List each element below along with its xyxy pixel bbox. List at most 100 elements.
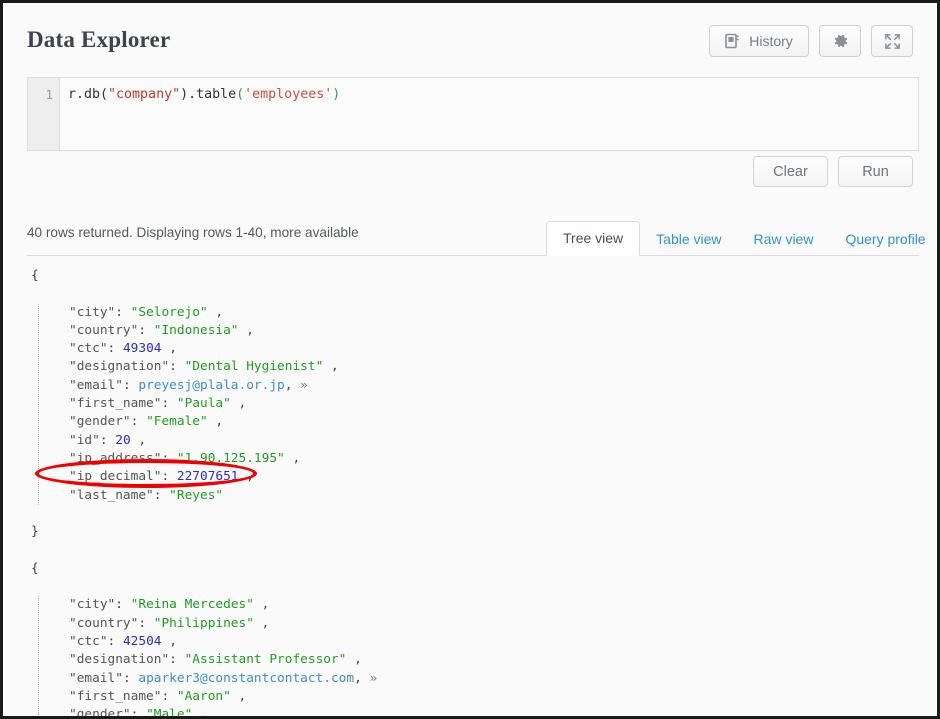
json-value: "Paula" xyxy=(176,396,231,412)
json-comma: , xyxy=(284,377,301,393)
json-comma: , xyxy=(238,469,254,485)
screenshot-frame: Data Explorer History 1 r.db("company").… xyxy=(0,0,940,719)
json-field-row: "last_name": "Reyes" xyxy=(51,487,927,505)
json-field-row: "ctc": 42504 , xyxy=(51,633,927,651)
json-value: "Philippines" xyxy=(153,615,254,631)
json-comma: , xyxy=(253,597,270,613)
json-key: "city" xyxy=(69,304,116,320)
json-colon: : xyxy=(161,688,177,704)
json-value: 20 xyxy=(115,432,131,448)
json-colon: : xyxy=(161,450,177,466)
json-colon: : xyxy=(161,469,177,485)
code-token: r.db( xyxy=(68,87,109,102)
json-key: "email" xyxy=(69,377,123,393)
json-key: "gender" xyxy=(69,414,131,430)
json-key: "designation" xyxy=(69,652,170,668)
json-colon: : xyxy=(169,652,185,668)
json-key: "ctc" xyxy=(69,633,108,649)
divider xyxy=(27,255,548,256)
code-token: ) xyxy=(332,87,341,102)
json-field-row: "first_name": "Aaron" , xyxy=(51,688,927,706)
json-value: "Assistant Professor" xyxy=(184,652,347,668)
clear-button[interactable]: Clear xyxy=(753,156,828,187)
result-view-tabs: Tree view Table view Raw view Query prof… xyxy=(546,215,937,256)
history-button-label: History xyxy=(749,33,793,49)
json-comma: , xyxy=(230,688,247,704)
json-value[interactable]: preyesj@plala.or.jp xyxy=(138,378,284,393)
header-button-group: History xyxy=(709,25,913,57)
json-field-row: "email": preyesj@plala.or.jp, » xyxy=(51,377,927,395)
json-field-row: "email": aparker3@constantcontact.com, » xyxy=(51,670,927,688)
json-colon: : xyxy=(122,670,139,686)
run-button[interactable]: Run xyxy=(838,156,913,187)
json-field-row: "gender": "Male" , xyxy=(51,706,927,716)
json-comma: , xyxy=(323,359,339,375)
tab-tree-view[interactable]: Tree view xyxy=(546,221,641,256)
json-field-row: "ip_decimal": 22707651 , xyxy=(51,468,927,486)
gear-icon xyxy=(831,32,849,50)
json-colon: : xyxy=(130,707,147,716)
json-field-row: "designation": "Assistant Professor" , xyxy=(51,651,927,669)
json-key: "id" xyxy=(69,432,100,448)
json-value[interactable]: aparker3@constantcontact.com xyxy=(138,671,354,686)
json-colon: : xyxy=(122,377,139,393)
json-field-row: "gender": "Female" , xyxy=(51,413,927,431)
json-comma: , xyxy=(130,432,147,448)
json-colon: : xyxy=(161,396,177,412)
query-code-line[interactable]: r.db("company").table('employees') xyxy=(60,78,918,150)
json-value: "Female" xyxy=(146,414,208,430)
json-comma: , xyxy=(238,322,254,338)
json-comma: , xyxy=(192,707,208,716)
json-value: 22707651 xyxy=(176,469,239,485)
json-field-row: "first_name": "Paula" , xyxy=(51,395,927,413)
json-value: "Selorejo" xyxy=(130,304,208,320)
json-comma: , xyxy=(161,633,177,649)
tab-raw-view[interactable]: Raw view xyxy=(738,222,830,256)
json-field-row: "designation": "Dental Hygienist" , xyxy=(51,358,927,376)
json-comma: , xyxy=(161,341,177,357)
json-colon: : xyxy=(115,304,131,320)
code-token: 'employees' xyxy=(244,87,333,102)
json-comma: , xyxy=(354,670,370,686)
tab-query-profile[interactable]: Query profile xyxy=(829,222,937,256)
json-document: "city": "Selorejo" , "country": "Indonesi… xyxy=(38,303,927,505)
json-field-row: "city": "Reina Mercedes" , xyxy=(51,596,927,614)
json-brace-open: { xyxy=(31,268,39,283)
json-colon: : xyxy=(130,414,147,430)
fullscreen-button[interactable] xyxy=(871,25,913,57)
editor-actions: Clear Run xyxy=(753,156,913,187)
json-key: "last_name" xyxy=(69,487,154,503)
json-comma: , xyxy=(284,450,301,466)
json-key: "ip_address" xyxy=(69,450,162,466)
json-key: "designation" xyxy=(69,359,170,375)
json-colon: : xyxy=(107,341,123,357)
expand-icon xyxy=(884,33,901,50)
expand-chevron-icon[interactable]: » xyxy=(300,378,308,393)
json-colon: : xyxy=(115,597,131,613)
json-field-row: "ctc": 49304 , xyxy=(51,340,927,358)
history-button[interactable]: History xyxy=(709,25,809,57)
result-status-text: 40 rows returned. Displaying rows 1-40, … xyxy=(27,225,359,240)
json-key: "email" xyxy=(69,670,123,686)
json-comma: , xyxy=(230,396,247,412)
json-value: "Aaron" xyxy=(176,688,231,704)
code-token: ( xyxy=(236,87,245,102)
json-key: "gender" xyxy=(69,707,131,716)
json-key: "ip_decimal" xyxy=(69,469,162,485)
page-header: Data Explorer History xyxy=(27,19,913,63)
query-editor[interactable]: 1 r.db("company").table('employees') xyxy=(27,77,919,151)
json-colon: : xyxy=(153,487,170,503)
json-key: "first_name" xyxy=(69,396,162,412)
expand-chevron-icon[interactable]: » xyxy=(370,671,378,686)
json-field-row: "id": 20 , xyxy=(51,432,927,450)
json-colon: : xyxy=(107,633,123,649)
json-colon: : xyxy=(138,615,154,631)
json-key: "country" xyxy=(69,615,139,631)
json-comma: , xyxy=(207,304,224,320)
settings-button[interactable] xyxy=(819,25,861,57)
tab-table-view[interactable]: Table view xyxy=(640,222,737,256)
